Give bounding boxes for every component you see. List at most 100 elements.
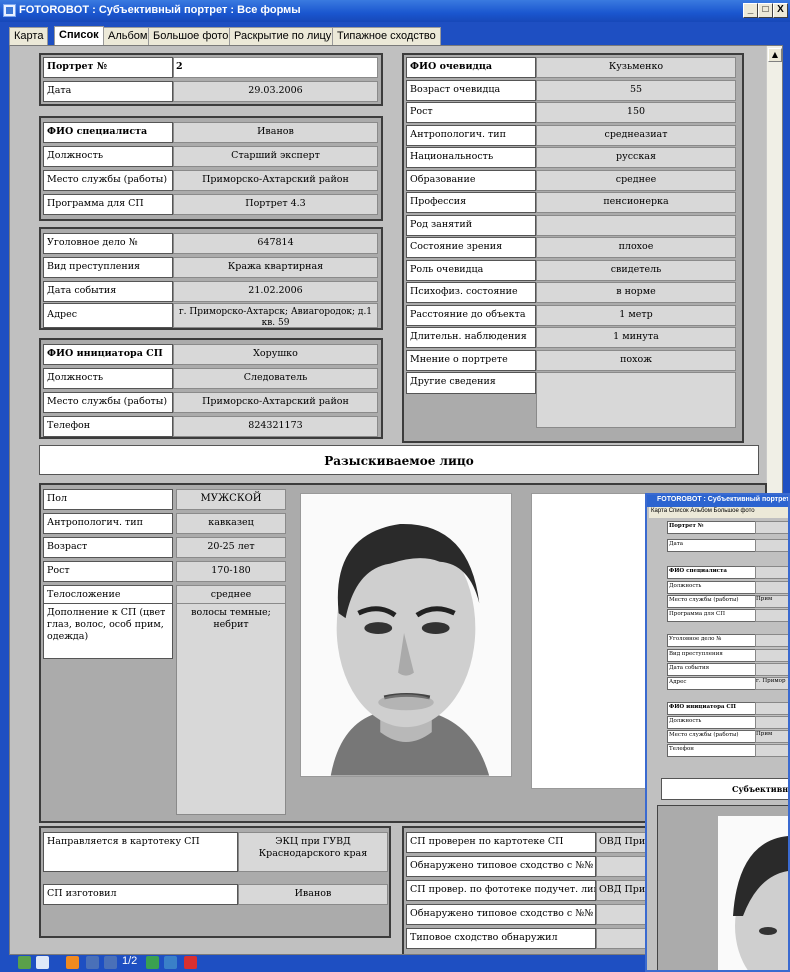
field-label: Возраст — [43, 537, 173, 558]
new-doc-icon[interactable] — [36, 956, 49, 969]
first-record-icon[interactable] — [86, 956, 99, 969]
specialist-position-field[interactable]: Старший эксперт — [173, 146, 378, 167]
last-record-icon[interactable] — [164, 956, 177, 969]
initiator-position-field[interactable]: Следователь — [173, 368, 378, 389]
secondary-field-label: Уголовное дело № — [667, 634, 757, 647]
secondary-tab-bar[interactable]: Карта Список Альбом Большое фото — [649, 507, 788, 518]
case-number-field[interactable]: 647814 — [173, 233, 378, 254]
witness-field-2[interactable]: 150 — [536, 102, 736, 123]
witness-field-3[interactable]: среднеазиат — [536, 124, 736, 146]
secondary-field-value[interactable] — [755, 581, 788, 594]
page-indicator: 1/2 — [122, 955, 138, 967]
secondary-field-value[interactable] — [755, 649, 788, 662]
specialist-name-field[interactable]: Иванов — [173, 122, 378, 143]
date-field[interactable]: 29.03.2006 — [173, 81, 378, 102]
event-date-field[interactable]: 21.02.2006 — [173, 281, 378, 302]
address-field[interactable]: г. Приморско-Ахтарск; Авиагородок; д.1 к… — [173, 303, 378, 328]
specialist-workplace-field[interactable]: Приморско-Ахтарский район — [173, 170, 378, 191]
witness-field-6[interactable]: пенсионерка — [536, 192, 736, 213]
close-button[interactable]: X — [773, 3, 788, 18]
secondary-field-value[interactable] — [755, 539, 788, 552]
secondary-field-label: Место службы (работы) — [667, 730, 757, 743]
field-label: Антропологич. тип — [406, 124, 536, 146]
witness-field-13[interactable]: похож — [536, 349, 736, 371]
maximize-button[interactable]: □ — [758, 3, 773, 18]
attach-icon[interactable] — [18, 956, 31, 969]
tab-big-photo[interactable]: Большое фото — [148, 27, 234, 45]
suspect-photo — [300, 493, 512, 777]
additional-info-field[interactable]: волосы темные; небрит — [176, 603, 286, 815]
field-label: Образование — [406, 169, 536, 191]
secondary-field-label: Программа для СП — [667, 609, 757, 622]
secondary-photo-panel — [657, 805, 788, 970]
field-label: ФИО очевидца — [406, 57, 536, 78]
phone-field[interactable]: 824321173 — [173, 416, 378, 437]
field-label: Мнение о портрете — [406, 349, 536, 371]
witness-field-7[interactable] — [536, 214, 736, 236]
delete-record-icon[interactable] — [184, 956, 197, 969]
field-label: Программа для СП — [43, 194, 173, 215]
tab-album[interactable]: Альбом — [103, 27, 153, 45]
routing-panel: Направляется в картотеку СП ЭКЦ при ГУВД … — [39, 826, 391, 938]
witness-field-14[interactable] — [536, 372, 736, 428]
witness-field-9[interactable]: свидетель — [536, 259, 736, 281]
field-label: Уголовное дело № — [43, 233, 173, 254]
secondary-window[interactable]: FOTOROBOT : Субъективный портрет : Карта… — [645, 493, 790, 972]
initiator-name-field[interactable]: Хорушко — [173, 344, 378, 365]
minimize-button[interactable]: _ — [743, 3, 758, 18]
field-label: Роль очевидца — [406, 259, 536, 281]
initiator-workplace-field[interactable]: Приморско-Ахтарский район — [173, 392, 378, 413]
secondary-field-value[interactable]: Прим — [755, 730, 788, 743]
witness-field-8[interactable]: плохое — [536, 237, 736, 258]
program-field[interactable]: Портрет 4.3 — [173, 194, 378, 215]
crime-type-field[interactable]: Кража квартирная — [173, 257, 378, 278]
secondary-field-value[interactable] — [755, 702, 788, 715]
field-label: Рост — [406, 102, 536, 123]
witness-field-12[interactable]: 1 минута — [536, 327, 736, 348]
prev-record-icon[interactable] — [104, 956, 117, 969]
secondary-field-value[interactable] — [755, 744, 788, 757]
field-label: Дата события — [43, 281, 173, 302]
witness-field-10[interactable]: в норме — [536, 282, 736, 303]
scroll-up-icon[interactable]: ▲ — [768, 48, 782, 62]
next-record-icon[interactable] — [146, 956, 159, 969]
made-by-field[interactable]: Иванов — [238, 884, 388, 905]
portrait-panel: Портрет № 2 Дата 29.03.2006 — [39, 53, 383, 106]
secondary-field-label: ФИО инициатора СП — [667, 702, 757, 715]
witness-field-1[interactable]: 55 — [536, 79, 736, 101]
witness-field-11[interactable]: 1 метр — [536, 304, 736, 326]
checks-panel: СП проверен по картотеке СП ОВД При Обнар… — [402, 826, 656, 954]
secondary-field-value[interactable] — [755, 521, 788, 534]
tab-map[interactable]: Карта — [9, 27, 49, 45]
field-label: Должность — [43, 368, 173, 389]
secondary-field-value[interactable]: г. Примор — [755, 677, 788, 690]
secondary-field-value[interactable] — [755, 663, 788, 676]
age-field[interactable]: 20-25 лет — [176, 537, 286, 558]
field-label: Расстояние до объекта — [406, 304, 536, 326]
tab-face-disclosure[interactable]: Раскрытие по лицу — [229, 27, 337, 45]
tab-list[interactable]: Список — [54, 26, 104, 45]
secondary-field-value[interactable] — [755, 609, 788, 622]
initiator-panel: ФИО инициатора СП Хорушко Должность Следов… — [39, 338, 383, 439]
secondary-field-value[interactable] — [755, 634, 788, 647]
title-bar[interactable]: FOTOROBOT : Субъективный портрет : Все ф… — [0, 0, 790, 22]
field-label: Род занятий — [406, 214, 536, 236]
portrait-number-field[interactable]: 2 — [173, 57, 378, 78]
anthrop-type-field[interactable]: кавказец — [176, 513, 286, 534]
secondary-field-value[interactable] — [755, 566, 788, 579]
secondary-field-label: Место службы (работы) — [667, 595, 757, 608]
secondary-field-value[interactable]: Прим — [755, 595, 788, 608]
field-label: СП провер. по фототеке подучет. лиц — [406, 880, 596, 901]
sex-field[interactable]: МУЖСКОЙ — [176, 489, 286, 510]
secondary-field-label: Телефон — [667, 744, 757, 757]
tab-type-similarity[interactable]: Типажное сходство — [332, 27, 441, 45]
secondary-field-value[interactable] — [755, 716, 788, 729]
add-record-icon[interactable] — [66, 956, 79, 969]
witness-field-4[interactable]: русская — [536, 147, 736, 168]
field-label: Дополнение к СП (цвет глаз, волос, особ … — [43, 603, 173, 659]
witness-panel: ФИО очевидца Кузьменко Возраст очевидца 55 Р… — [402, 53, 744, 443]
witness-field-0[interactable]: Кузьменко — [536, 57, 736, 78]
card-index-field[interactable]: ЭКЦ при ГУВД Краснодарского края — [238, 832, 388, 872]
height-field[interactable]: 170-180 — [176, 561, 286, 582]
witness-field-5[interactable]: среднее — [536, 169, 736, 191]
